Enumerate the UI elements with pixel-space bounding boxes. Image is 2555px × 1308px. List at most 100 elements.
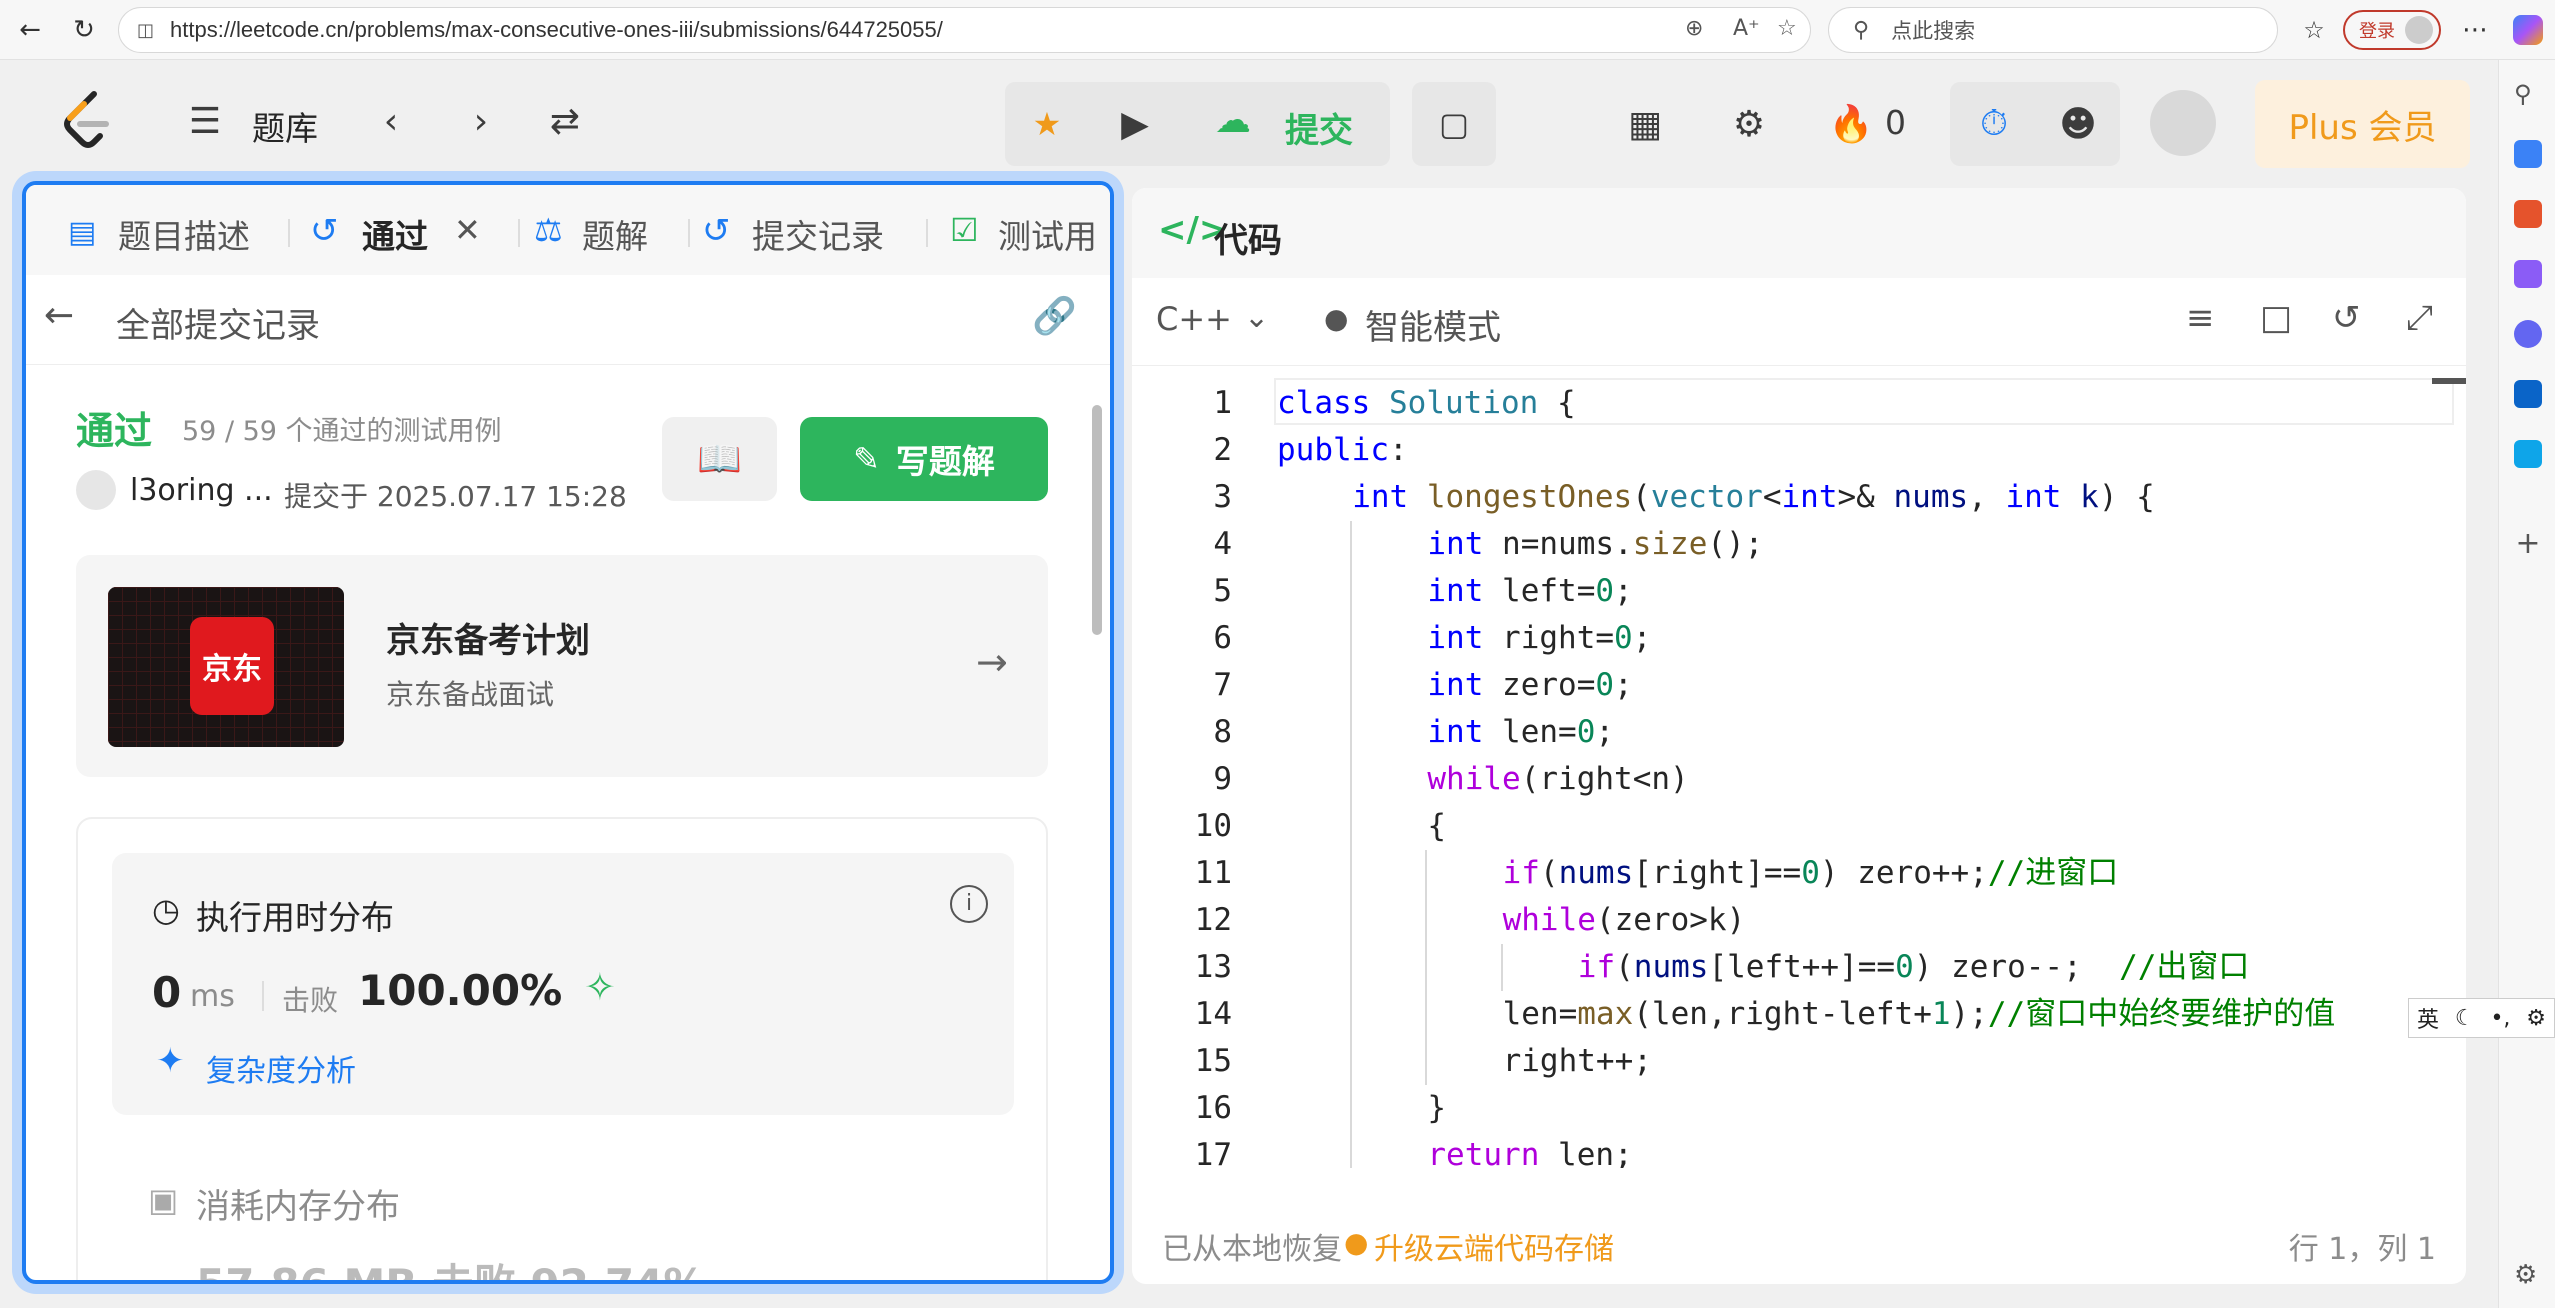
fullscreen-icon[interactable]: ⤢: [2406, 298, 2433, 338]
smart-mode-toggle[interactable]: 智能模式: [1365, 300, 1501, 349]
complexity-analysis-link[interactable]: 复杂度分析: [206, 1046, 356, 1090]
panel-resize-handle[interactable]: [1116, 700, 1124, 760]
tab-separator: [518, 219, 520, 247]
memory-title: 消耗内存分布: [196, 1187, 400, 1227]
ime-toolbar[interactable]: 英 ☾ •, ⚙: [2408, 998, 2555, 1038]
code-line[interactable]: 12 while(zero>k): [1132, 897, 2466, 944]
code-token: <: [1762, 479, 1782, 515]
tab-solutions[interactable]: 题解: [582, 210, 648, 258]
username[interactable]: l3oring ...: [130, 473, 273, 508]
runtime-title: 执行用时分布: [196, 898, 394, 937]
code-line[interactable]: 14 len=max(len,right-left+1);//窗口中始终要维护的值: [1132, 991, 2466, 1038]
read-aloud-icon[interactable]: A⁺: [1733, 16, 1760, 41]
checkbox-icon: ☑: [950, 211, 979, 249]
layout-icon[interactable]: ▦: [1620, 96, 1670, 152]
code-line[interactable]: 17 return len;: [1132, 1132, 2466, 1168]
tab-submissions[interactable]: 提交记录: [752, 210, 884, 258]
code-line[interactable]: 4 int n=nums.size();: [1132, 521, 2466, 568]
add-friend-icon[interactable]: ☻: [2050, 96, 2106, 152]
info-icon[interactable]: i: [950, 885, 988, 923]
favorite-icon[interactable]: ☆: [1777, 16, 1797, 41]
note-button[interactable]: ▢: [1412, 82, 1496, 166]
search-box[interactable]: ⚲ 点此搜索: [1828, 7, 2278, 53]
submit-label[interactable]: 提交: [1285, 103, 1353, 152]
editor-scroll-marker[interactable]: [2432, 378, 2466, 384]
tools-icon[interactable]: [2514, 200, 2542, 228]
write-solution-button[interactable]: ✎ 写题解: [800, 417, 1048, 501]
address-bar[interactable]: ◫ https://leetcode.cn/problems/max-conse…: [118, 7, 1811, 53]
shopping-icon[interactable]: [2514, 140, 2542, 168]
line-number: 2: [1213, 432, 1232, 468]
timer-icon[interactable]: ⏱: [1966, 96, 2022, 152]
random-problem-icon[interactable]: ⇄: [540, 96, 590, 146]
leetcode-logo-icon[interactable]: [60, 90, 116, 150]
copilot-icon[interactable]: [2508, 10, 2548, 50]
code-line[interactable]: 16}: [1132, 1085, 2466, 1132]
tab-description[interactable]: 题目描述: [118, 210, 250, 258]
close-tab-icon[interactable]: ✕: [454, 211, 481, 249]
history-icon: ↺: [702, 211, 731, 251]
back-icon[interactable]: ←: [10, 10, 50, 50]
problem-list-icon[interactable]: ☰: [180, 96, 230, 146]
link-icon[interactable]: 🔗: [1032, 295, 1077, 337]
settings-icon[interactable]: ⚙: [2526, 1006, 2546, 1031]
refresh-icon[interactable]: ↻: [64, 10, 104, 50]
upgrade-storage-link[interactable]: 升级云端代码存储: [1374, 1224, 1614, 1268]
bookmark-icon[interactable]: □: [2260, 298, 2292, 338]
debug-icon[interactable]: ★: [1022, 96, 1072, 152]
add-icon[interactable]: +: [2514, 529, 2542, 559]
prev-problem-icon[interactable]: ‹: [366, 96, 416, 146]
code-editor[interactable]: 1 class Solution {2 public: 3 int longestOne…: [1132, 378, 2466, 1168]
code-line[interactable]: 2 public:: [1132, 427, 2466, 474]
code-line[interactable]: 10 {: [1132, 803, 2466, 850]
streak-fire-icon[interactable]: 🔥: [1826, 96, 1876, 152]
tab-accepted[interactable]: 通过: [362, 210, 428, 258]
outlook-icon[interactable]: [2514, 380, 2542, 408]
left-scrollbar[interactable]: [1090, 385, 1104, 1265]
plus-membership-button[interactable]: Plus 会员: [2255, 80, 2470, 168]
more-icon[interactable]: ⋯: [2455, 10, 2495, 50]
moon-icon[interactable]: ☾: [2455, 1006, 2475, 1031]
all-submissions-link[interactable]: 全部提交记录: [116, 298, 320, 347]
send-icon[interactable]: [2514, 440, 2542, 468]
favorites-icon[interactable]: ☆: [2294, 10, 2334, 50]
zoom-icon[interactable]: ⊕: [1685, 16, 1703, 41]
user-avatar[interactable]: [2150, 90, 2216, 156]
tab-testcases[interactable]: 测试用例: [998, 210, 1098, 258]
login-button[interactable]: 登录: [2343, 10, 2441, 50]
promo-card[interactable]: 京东 京东备考计划 京东备战面试 →: [76, 555, 1048, 777]
lock-icon: ●: [1344, 1226, 1369, 1259]
view-solution-button[interactable]: 📖: [662, 417, 777, 501]
code-text: {: [1427, 803, 1446, 850]
run-icon[interactable]: ▶: [1110, 96, 1160, 152]
code-line[interactable]: 15 right++;: [1132, 1038, 2466, 1085]
code-line[interactable]: 1 class Solution {: [1132, 380, 2466, 427]
back-arrow-icon[interactable]: ←: [44, 295, 74, 336]
microsoft365-icon[interactable]: [2514, 320, 2542, 348]
games-icon[interactable]: [2514, 260, 2542, 288]
code-line[interactable]: 5 int left=0;: [1132, 568, 2466, 615]
format-icon[interactable]: ≡: [2186, 298, 2215, 338]
problem-bank-link[interactable]: 题库: [252, 102, 318, 150]
indent-guide: [1350, 709, 1353, 756]
code-line[interactable]: 6 int right=0;: [1132, 615, 2466, 662]
settings-icon[interactable]: ⚙: [1724, 96, 1774, 152]
language-select[interactable]: C++: [1156, 300, 1232, 338]
code-line[interactable]: 11 if(nums[right]==0) zero++;//进窗口: [1132, 850, 2466, 897]
site-info-icon[interactable]: ◫: [137, 20, 154, 41]
code-line[interactable]: 3 int longestOnes(vector<int>& nums, int …: [1132, 474, 2466, 521]
tab-code[interactable]: 代码: [1214, 213, 1282, 262]
code-line[interactable]: 8 int len=0;: [1132, 709, 2466, 756]
ime-language[interactable]: 英: [2417, 1002, 2439, 1034]
reset-icon[interactable]: ↺: [2332, 298, 2361, 338]
browser-toolbar: ← ↻ ◫ https://leetcode.cn/problems/max-c…: [0, 0, 2555, 60]
next-problem-icon[interactable]: ›: [456, 96, 506, 146]
punctuation-icon[interactable]: •,: [2490, 1006, 2510, 1031]
settings-icon[interactable]: ⚙: [2514, 1260, 2542, 1290]
chevron-down-icon[interactable]: ⌄: [1244, 300, 1269, 335]
code-line[interactable]: 13 if(nums[left++]==0) zero--; //出窗口: [1132, 944, 2466, 991]
user-avatar-small[interactable]: [76, 470, 116, 510]
code-line[interactable]: 9 while(right<n): [1132, 756, 2466, 803]
code-line[interactable]: 7 int zero=0;: [1132, 662, 2466, 709]
search-icon[interactable]: ⚲: [2514, 80, 2542, 108]
